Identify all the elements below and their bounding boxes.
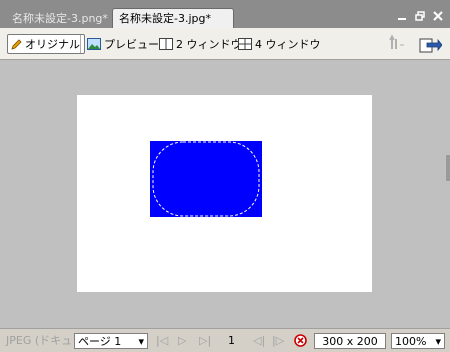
chevron-down-icon: ▾ bbox=[138, 335, 144, 348]
document-tab-bar: 名称未設定-3.png* 名称未設定-3.jpg* bbox=[0, 0, 450, 29]
tab-jpg-document[interactable]: 名称未設定-3.jpg* bbox=[112, 8, 234, 29]
four-window-view-label: 4 ウィンドウ bbox=[255, 38, 321, 51]
four-window-view-button[interactable]: 4 ウィンドウ bbox=[238, 34, 321, 54]
page-number: 1 bbox=[228, 334, 235, 347]
document-canvas[interactable] bbox=[0, 60, 450, 328]
zoom-select[interactable]: 100% ▾ bbox=[391, 333, 445, 349]
two-window-view-label: 2 ウィンドウ bbox=[176, 38, 242, 51]
preview-view-button[interactable]: プレビュー bbox=[87, 34, 159, 54]
close-icon[interactable] bbox=[432, 10, 444, 22]
preview-view-label: プレビュー bbox=[104, 38, 159, 51]
page-select[interactable]: ページ 1 ▾ bbox=[74, 333, 148, 349]
original-view-button[interactable]: オリジナル bbox=[7, 34, 85, 54]
four-pane-icon bbox=[238, 38, 252, 50]
two-pane-icon bbox=[159, 38, 173, 50]
stop-icon[interactable] bbox=[294, 334, 307, 350]
step-back-icon[interactable]: ◁| bbox=[253, 333, 265, 349]
quick-export-icon[interactable] bbox=[388, 33, 406, 56]
document-page[interactable] bbox=[77, 95, 372, 292]
file-format-label: JPEG (ドキュ bbox=[6, 334, 73, 347]
status-bar: JPEG (ドキュ ページ 1 ▾ |◁ ▷ ▷| 1 ◁| |▷ 300 x … bbox=[0, 328, 450, 352]
panel-edge-handle[interactable] bbox=[446, 155, 450, 181]
image-dimensions: 300 x 200 bbox=[314, 333, 386, 349]
image-preview-icon bbox=[87, 38, 101, 50]
play-icon[interactable]: ▷ bbox=[178, 333, 186, 349]
pencil-icon bbox=[11, 39, 22, 50]
restore-icon[interactable] bbox=[414, 10, 426, 22]
last-frame-icon[interactable]: ▷| bbox=[199, 333, 211, 349]
view-toolbar: オリジナル プレビュー 2 ウィンドウ 4 ウィンドウ bbox=[0, 28, 450, 60]
chevron-down-icon: ▾ bbox=[435, 335, 441, 348]
step-forward-icon[interactable]: |▷ bbox=[272, 333, 284, 349]
page-select-value: ページ 1 bbox=[78, 335, 122, 348]
original-view-label: オリジナル bbox=[25, 38, 80, 51]
zoom-value: 100% bbox=[395, 335, 427, 348]
minimize-icon[interactable] bbox=[396, 10, 408, 22]
export-icon[interactable] bbox=[418, 33, 443, 58]
two-window-view-button[interactable]: 2 ウィンドウ bbox=[159, 34, 242, 54]
rounded-selection-marquee[interactable] bbox=[150, 141, 262, 217]
first-frame-icon[interactable]: |◁ bbox=[156, 333, 168, 349]
tab-png-document[interactable]: 名称未設定-3.png* bbox=[6, 9, 118, 28]
